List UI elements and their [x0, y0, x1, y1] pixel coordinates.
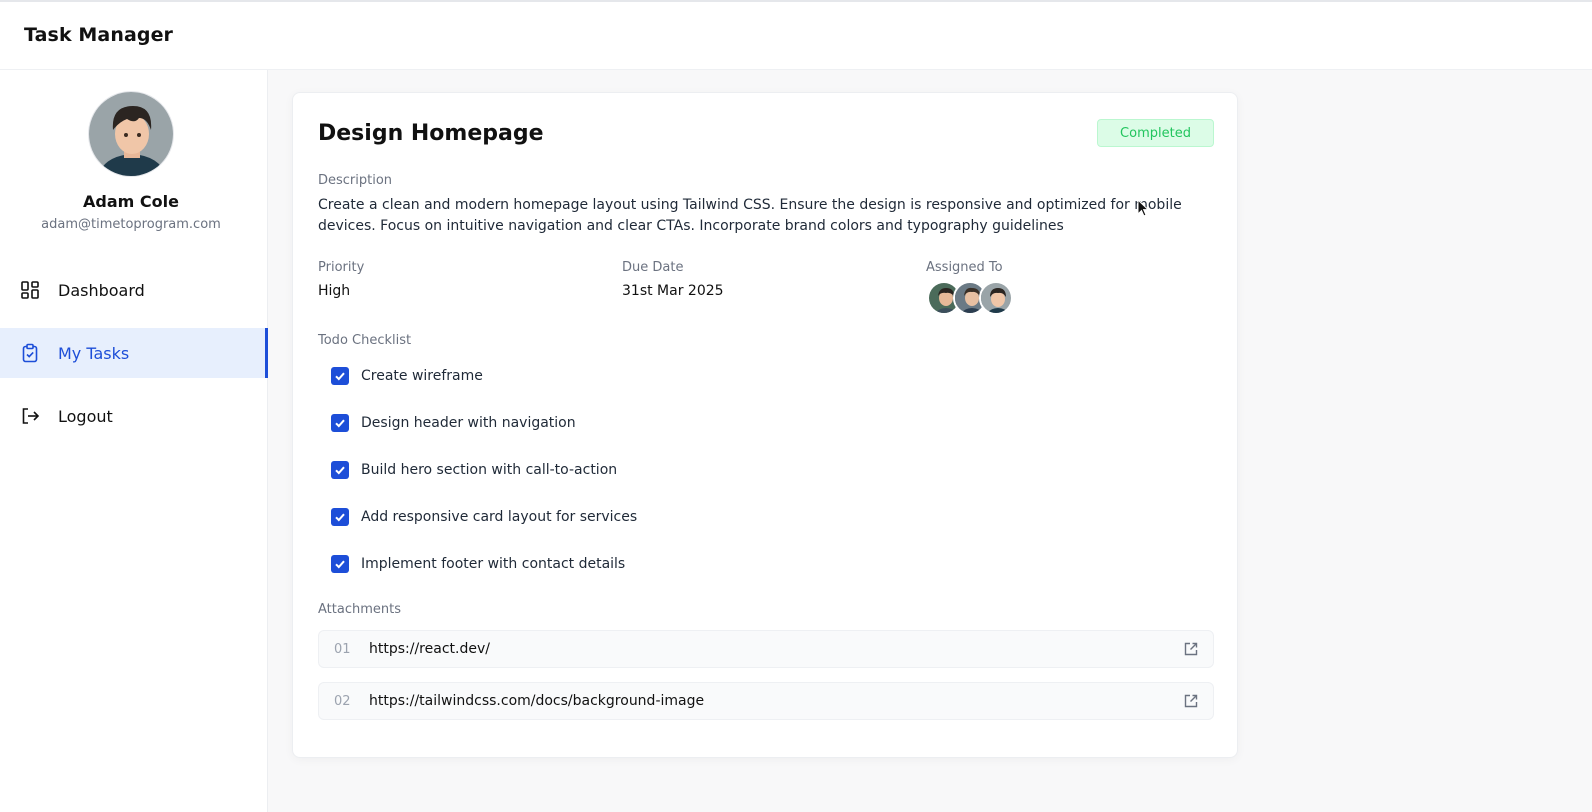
user-name: Adam Cole [83, 192, 179, 211]
checkbox-checked[interactable] [331, 508, 349, 526]
attachments-label: Attachments [318, 602, 401, 617]
checkbox-checked[interactable] [331, 461, 349, 479]
sidebar-item-label: Dashboard [58, 280, 145, 300]
checklist-item[interactable]: Design header with navigation [331, 412, 576, 434]
checkmark-icon [335, 466, 345, 475]
checklist-item-text: Create wireframe [361, 368, 483, 384]
sidebar-item-dashboard[interactable]: Dashboard [0, 265, 268, 315]
attachment-url[interactable]: https://react.dev/ [369, 641, 490, 657]
checkbox-checked[interactable] [331, 414, 349, 432]
user-email: adam@timetoprogram.com [41, 217, 221, 232]
external-link-icon[interactable] [1183, 641, 1199, 657]
sidebar-item-label: Logout [58, 406, 113, 426]
status-badge: Completed [1097, 119, 1214, 147]
assignee-avatar [979, 281, 1013, 315]
task-detail-card: Design Homepage Completed Description Cr… [292, 92, 1238, 758]
checklist-item[interactable]: Build hero section with call-to-action [331, 459, 617, 481]
checklist-item[interactable]: Create wireframe [331, 365, 483, 387]
main-content: Design Homepage Completed Description Cr… [268, 70, 1592, 812]
priority-value: High [318, 283, 351, 299]
assigned-to-label: Assigned To [926, 260, 1003, 275]
due-date-value: 31st Mar 2025 [622, 283, 724, 299]
checkmark-icon [335, 560, 345, 569]
checkbox-checked[interactable] [331, 367, 349, 385]
checklist-item[interactable]: Add responsive card layout for services [331, 506, 637, 528]
attachment-number: 01 [334, 641, 351, 657]
checklist-item-text: Build hero section with call-to-action [361, 462, 618, 478]
attachment-item[interactable]: 01 https://react.dev/ [318, 630, 1214, 668]
dashboard-icon [20, 280, 40, 300]
sidebar-item-my-tasks[interactable]: My Tasks [0, 328, 268, 378]
checkmark-icon [335, 513, 345, 522]
attachment-number: 02 [334, 693, 351, 709]
external-link-icon[interactable] [1183, 693, 1199, 709]
sidebar-item-logout[interactable]: Logout [0, 391, 268, 441]
attachment-item[interactable]: 02 https://tailwindcss.com/docs/backgrou… [318, 682, 1214, 720]
clipboard-check-icon [20, 343, 40, 363]
checklist-item-text: Design header with navigation [361, 415, 576, 431]
sidebar-item-label: My Tasks [58, 343, 130, 363]
user-avatar-icon [89, 92, 173, 176]
app-title: Task Manager [24, 24, 174, 46]
mouse-cursor-icon [1137, 198, 1150, 217]
attachment-url[interactable]: https://tailwindcss.com/docs/background-… [369, 693, 704, 709]
task-description: Create a clean and modern homepage layou… [318, 197, 1182, 234]
checklist-item-text: Implement footer with contact details [361, 556, 626, 572]
logout-icon [20, 406, 40, 426]
todo-checklist-label: Todo Checklist [318, 333, 412, 348]
checkmark-icon [335, 372, 345, 381]
checklist-item-text: Add responsive card layout for services [361, 509, 638, 525]
checklist-item[interactable]: Implement footer with contact details [331, 553, 625, 575]
priority-label: Priority [318, 260, 365, 275]
sidebar: Adam Cole adam@timetoprogram.com Dashboa… [0, 70, 268, 812]
due-date-label: Due Date [622, 260, 684, 275]
description-label: Description [318, 173, 393, 188]
user-avatar [88, 91, 174, 177]
checkbox-checked[interactable] [331, 555, 349, 573]
task-title: Design Homepage [318, 121, 544, 146]
top-bar: Task Manager [0, 0, 1592, 70]
checkmark-icon [335, 419, 345, 428]
